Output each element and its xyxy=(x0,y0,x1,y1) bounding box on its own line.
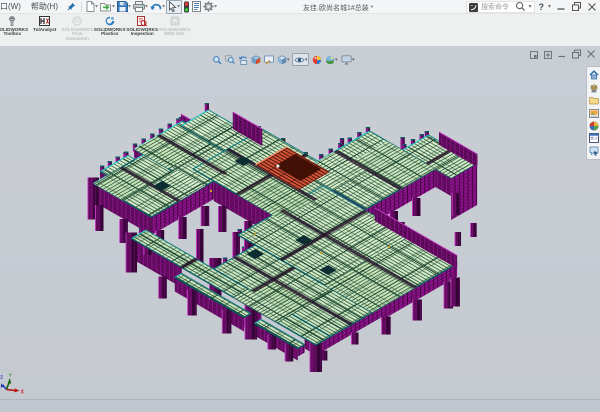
addin-tab-solidworks-mbd-snl[interactable]: SOLIDWORKS MBD SNL xyxy=(159,14,192,46)
doc-window-icon-1[interactable] xyxy=(527,50,541,60)
doc-restore-button[interactable] xyxy=(569,49,584,60)
addins-toolbar: SOLIDWORKS Toolbox TolAnalyst SOLIDWORKS F… xyxy=(0,14,600,46)
svg-text:Z: Z xyxy=(0,375,3,380)
file-properties-button[interactable] xyxy=(191,1,202,13)
apply-scene-button[interactable]: ▾ xyxy=(324,54,338,65)
undo-button[interactable]: ▾ xyxy=(149,1,166,13)
flow-sim-icon xyxy=(72,16,82,26)
doc-close-button[interactable] xyxy=(584,49,598,60)
addin-tab-label: SOLIDWORKS Inspection xyxy=(126,28,158,38)
help-dropdown-icon[interactable]: ▾ xyxy=(546,3,553,10)
task-pane-tabs xyxy=(586,66,600,160)
hide-show-items-button[interactable]: ▾ xyxy=(292,53,309,66)
save-button[interactable]: ▾ xyxy=(116,1,132,13)
restore-button[interactable] xyxy=(568,0,584,13)
forum-tab[interactable] xyxy=(588,145,600,158)
appearances-tab[interactable] xyxy=(588,119,600,132)
search-placeholder: 搜索命令 xyxy=(481,2,509,12)
dropdown-arrow-icon[interactable]: ▾ xyxy=(145,4,148,10)
addin-tab-label: SOLIDWORKS Plastics xyxy=(94,28,126,38)
dropdown-arrow-icon[interactable]: ▾ xyxy=(128,4,131,10)
assembly-3d-model[interactable] xyxy=(0,46,600,399)
new-document-button[interactable]: ▾ xyxy=(85,1,99,13)
triad-y-axis: Y xyxy=(7,373,12,390)
file-explorer-tab[interactable] xyxy=(588,94,600,107)
addin-tab-label: TolAnalyst xyxy=(33,28,56,33)
status-bar xyxy=(0,399,600,412)
dropdown-arrow-icon[interactable]: ▾ xyxy=(112,4,115,10)
select-button[interactable]: ▾ xyxy=(166,0,182,14)
graphics-viewport[interactable]: ▾ ▾ ▾ ▾ Z Y X xyxy=(0,46,600,399)
menu-help[interactable]: 帮助(H) xyxy=(26,1,63,12)
addin-tab-label: SOLIDWORKS Toolbox xyxy=(0,28,28,38)
addin-tab-tolanalyst[interactable]: TolAnalyst xyxy=(29,14,62,46)
minimize-button[interactable] xyxy=(553,0,568,13)
design-library-tab[interactable] xyxy=(588,82,600,95)
close-button[interactable] xyxy=(584,0,599,13)
doc-minimize-button[interactable] xyxy=(555,49,569,60)
view-settings-button[interactable]: ▾ xyxy=(340,54,355,65)
addin-tab-solidworks-plastics[interactable]: SOLIDWORKS Plastics xyxy=(94,14,127,46)
titlebar-right-controls: ▾ ? ▾ xyxy=(515,0,599,13)
view-palette-tab[interactable] xyxy=(588,107,600,120)
svg-text:X: X xyxy=(21,389,25,395)
solidworks-window: { "app_name": "SOLIDWORKS", "title_bar":… xyxy=(0,0,600,412)
dropdown-arrow-icon[interactable]: ▾ xyxy=(95,4,98,10)
quick-access-toolbar: ▾ ▾ ▾ ▾ ▾ ▾ ▾ xyxy=(85,0,218,13)
document-window-controls xyxy=(527,49,598,60)
doc-window-icon-2[interactable] xyxy=(541,50,555,60)
origin-triad: Z Y X xyxy=(0,368,36,399)
triad-x-axis: X xyxy=(7,388,25,395)
addin-tab-solidworks-inspection[interactable]: SOLIDWORKS Inspection xyxy=(126,14,159,46)
dropdown-arrow-icon[interactable]: ▾ xyxy=(287,57,290,63)
svg-text:Y: Y xyxy=(9,373,12,378)
display-style-button[interactable]: ▾ xyxy=(276,54,290,65)
rebuild-button[interactable] xyxy=(182,1,191,13)
help-button[interactable]: ? xyxy=(533,2,546,12)
headsup-view-toolbar: ▾ ▾ ▾ ▾ xyxy=(211,53,355,66)
toolbox-icon xyxy=(7,16,17,26)
dropdown-arrow-icon[interactable]: ▾ xyxy=(162,4,165,10)
zoom-to-area-button[interactable] xyxy=(224,54,235,65)
dropdown-arrow-icon[interactable]: ▾ xyxy=(335,57,338,63)
search-icon[interactable] xyxy=(515,1,526,12)
home-tab[interactable] xyxy=(588,69,600,82)
mbd-snl-icon xyxy=(170,16,180,26)
search-dropdown-icon[interactable]: ▾ xyxy=(526,3,533,10)
tolanalyst-icon xyxy=(39,16,50,26)
custom-properties-tab[interactable] xyxy=(588,132,600,145)
addin-tab-label: SOLIDWORKS Flow Simulation xyxy=(61,28,93,43)
dropdown-arrow-icon[interactable]: ▾ xyxy=(352,57,355,63)
previous-view-button[interactable] xyxy=(237,54,248,65)
dropdown-arrow-icon[interactable]: ▾ xyxy=(214,4,217,10)
title-bar: 窗口(W) 帮助(H) ▾ ▾ ▾ ▾ ▾ ▾ ▾ 友佳.欧尚名城1#总装 * 搜索命令 ▾… xyxy=(0,0,600,14)
document-title: 友佳.欧尚名城1#总装 * xyxy=(303,3,373,13)
zoom-to-fit-button[interactable] xyxy=(211,54,222,65)
dropdown-arrow-icon[interactable]: ▾ xyxy=(177,4,180,10)
edit-appearance-button[interactable] xyxy=(311,54,322,65)
addin-tab-solidworks-flow-simulation[interactable]: SOLIDWORKS Flow Simulation xyxy=(61,14,94,46)
section-view-button[interactable] xyxy=(250,54,261,65)
plastics-icon xyxy=(105,16,115,26)
triad-z-axis: Z xyxy=(0,375,6,390)
options-button[interactable]: ▾ xyxy=(202,1,218,13)
dropdown-arrow-icon[interactable]: ▾ xyxy=(305,57,308,63)
toolbar-separator xyxy=(81,2,82,12)
print-button[interactable]: ▾ xyxy=(132,1,149,13)
open-button[interactable]: ▾ xyxy=(99,1,116,13)
solidworks-logo-icon xyxy=(469,3,478,12)
addin-tab-label: SOLIDWORKS MBD SNL xyxy=(159,28,191,38)
addin-tab-solidworks-toolbox[interactable]: SOLIDWORKS Toolbox xyxy=(0,14,29,46)
menu-window[interactable]: 窗口(W) xyxy=(0,1,26,12)
inspection-icon xyxy=(137,16,147,26)
dynamic-annotation-button[interactable] xyxy=(263,54,274,65)
pin-icon[interactable] xyxy=(67,2,76,11)
